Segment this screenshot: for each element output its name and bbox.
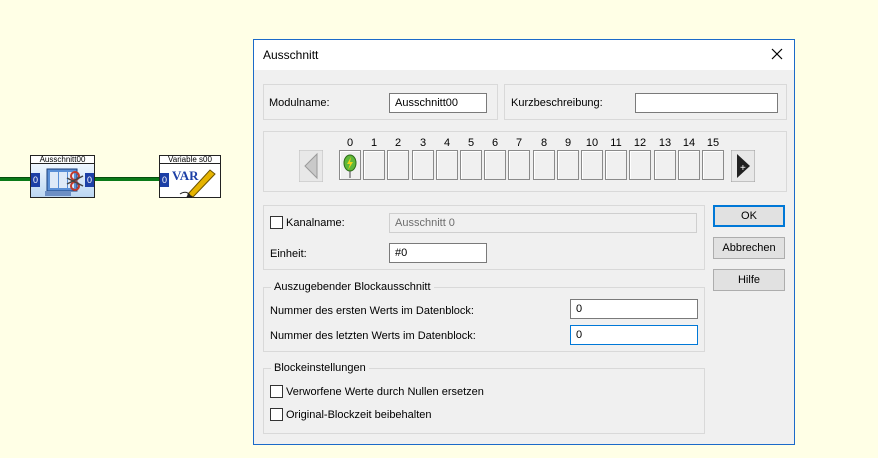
channel-slot-8[interactable] xyxy=(533,150,555,180)
var-pen-icon xyxy=(179,169,216,198)
block-settings-group: Blockeinstellungen Verworfene Werte durc… xyxy=(263,362,705,434)
channel-slot-3[interactable] xyxy=(412,150,434,180)
kanalname-label: Kanalname: xyxy=(286,217,345,229)
input-port[interactable]: 0 xyxy=(160,173,169,187)
module-variable[interactable]: Variable s00 VAR 0 xyxy=(159,155,221,200)
channel-slot-1[interactable] xyxy=(363,150,385,180)
scroll-left-icon[interactable] xyxy=(299,150,323,182)
channel-number-5: 5 xyxy=(467,137,475,149)
close-icon[interactable] xyxy=(768,45,786,63)
channel-slot-6[interactable] xyxy=(484,150,506,180)
channel-number-12: 12 xyxy=(633,137,647,149)
first-value-input[interactable] xyxy=(570,299,698,319)
channel-slot-10[interactable] xyxy=(581,150,603,180)
channel-slot-15[interactable] xyxy=(702,150,724,180)
kurzbeschreibung-label: Kurzbeschreibung: xyxy=(511,97,603,109)
scroll-right-add-icon[interactable]: + xyxy=(731,150,755,182)
channel-number-11: 11 xyxy=(610,137,622,149)
ausschnitt-dialog: Ausschnitt Modulname: Kurzbeschreibung: … xyxy=(253,39,795,445)
help-button[interactable]: Hilfe xyxy=(713,269,785,291)
modulname-label: Modulname: xyxy=(269,97,330,109)
keep-blocktime-label: Original-Blockzeit beibehalten xyxy=(286,409,432,421)
block-section-group: Auszugebender Blockausschnitt Nummer des… xyxy=(263,281,705,352)
channel-slot-0[interactable] xyxy=(339,150,361,180)
channel-selector-group: 0 1 2 3 4 5 6 7 8 9 10 11 12 13 14 15 + xyxy=(263,131,787,192)
title-bar[interactable]: Ausschnitt xyxy=(254,40,794,70)
channel-number-4: 4 xyxy=(443,137,451,149)
einheit-input[interactable] xyxy=(389,243,487,263)
channel-number-7: 7 xyxy=(515,137,523,149)
keep-blocktime-checkbox[interactable] xyxy=(270,408,283,421)
einheit-label: Einheit: xyxy=(270,248,307,260)
channel-number-8: 8 xyxy=(540,137,548,149)
channel-number-13: 13 xyxy=(658,137,672,149)
output-port[interactable]: 0 xyxy=(85,173,94,187)
block-section-legend: Auszugebender Blockausschnitt xyxy=(271,281,434,293)
channel-properties-group: Kanalname: Einheit: xyxy=(263,205,705,270)
channel-slot-2[interactable] xyxy=(387,150,409,180)
kurzbeschreibung-input[interactable] xyxy=(635,93,778,113)
channel-slot-9[interactable] xyxy=(557,150,579,180)
block-settings-legend: Blockeinstellungen xyxy=(271,362,369,374)
last-value-label: Nummer des letzten Werts im Datenblock: xyxy=(270,330,476,342)
channel-number-10: 10 xyxy=(585,137,599,149)
module-title: Ausschnitt00 xyxy=(30,155,95,164)
kurzbeschreibung-group: Kurzbeschreibung: xyxy=(504,84,787,120)
module-ausschnitt[interactable]: Ausschnitt00 0 0 xyxy=(30,155,95,200)
channel-slot-7[interactable] xyxy=(508,150,530,180)
channel-number-0: 0 xyxy=(346,137,354,149)
module-title: Variable s00 xyxy=(159,155,221,164)
channel-slot-5[interactable] xyxy=(460,150,482,180)
zero-fill-checkbox[interactable] xyxy=(270,385,283,398)
kanalname-checkbox[interactable] xyxy=(270,216,283,229)
channel-slot-11[interactable] xyxy=(605,150,627,180)
zero-fill-label: Verworfene Werte durch Nullen ersetzen xyxy=(286,386,484,398)
cancel-button[interactable]: Abbrechen xyxy=(713,237,785,259)
active-channel-icon xyxy=(343,154,357,178)
channel-slot-14[interactable] xyxy=(678,150,700,180)
ok-button[interactable]: OK xyxy=(713,205,785,227)
channel-number-3: 3 xyxy=(419,137,427,149)
channel-slot-12[interactable] xyxy=(629,150,651,180)
modulname-input[interactable] xyxy=(389,93,487,113)
dialog-title: Ausschnitt xyxy=(263,48,319,62)
channel-number-14: 14 xyxy=(682,137,696,149)
channel-number-9: 9 xyxy=(564,137,572,149)
channel-number-2: 2 xyxy=(394,137,402,149)
channel-slot-4[interactable] xyxy=(436,150,458,180)
connection-wire-between xyxy=(95,177,159,181)
channel-number-15: 15 xyxy=(706,137,720,149)
channel-number-6: 6 xyxy=(491,137,499,149)
last-value-input[interactable] xyxy=(570,325,698,345)
input-port[interactable]: 0 xyxy=(31,173,40,187)
kanalname-input[interactable] xyxy=(389,213,697,233)
channel-slot-13[interactable] xyxy=(654,150,676,180)
modulname-group: Modulname: xyxy=(263,84,498,120)
channel-number-1: 1 xyxy=(370,137,378,149)
first-value-label: Nummer des ersten Werts im Datenblock: xyxy=(270,305,474,317)
connection-wire-in xyxy=(0,177,30,181)
svg-text:+: + xyxy=(740,163,746,174)
